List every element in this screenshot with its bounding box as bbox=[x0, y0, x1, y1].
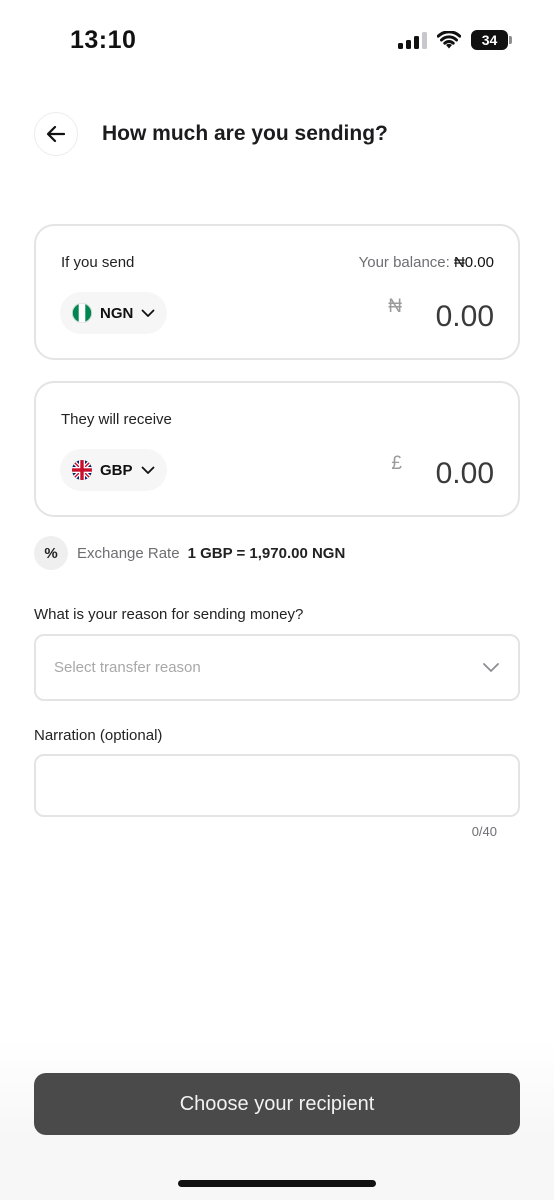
naira-symbol: ₦ bbox=[388, 296, 402, 317]
status-bar: 13:10 34 bbox=[0, 0, 554, 82]
battery-level: 34 bbox=[481, 32, 498, 48]
status-time: 13:10 bbox=[70, 26, 137, 54]
balance-label: Your balance: bbox=[358, 254, 450, 271]
send-currency-selector[interactable]: NGN bbox=[60, 292, 168, 334]
wifi-icon bbox=[437, 31, 461, 49]
choose-recipient-button[interactable]: Choose your recipient bbox=[34, 1073, 520, 1135]
narration-char-count: 0/40 bbox=[471, 824, 497, 839]
receive-label: They will receive bbox=[61, 411, 172, 428]
exchange-rate-row: % Exchange Rate 1 GBP = 1,970.00 NGN bbox=[34, 536, 345, 570]
balance: Your balance: ₦0.00 bbox=[359, 254, 494, 271]
pound-symbol: £ bbox=[391, 453, 402, 474]
send-label: If you send bbox=[61, 254, 135, 271]
send-currency-code: NGN bbox=[100, 304, 134, 322]
home-indicator bbox=[178, 1180, 376, 1187]
nigeria-flag-icon bbox=[72, 303, 92, 323]
transfer-reason-placeholder: Select transfer reason bbox=[54, 659, 201, 676]
back-button[interactable] bbox=[34, 112, 78, 156]
receive-amount: £ bbox=[391, 453, 494, 491]
transfer-reason-select[interactable]: Select transfer reason bbox=[34, 634, 520, 701]
chevron-down-icon bbox=[141, 466, 154, 474]
send-amount-card: If you send Your balance: ₦0.00 NGN ₦ bbox=[34, 224, 520, 360]
page-title: How much are you sending? bbox=[102, 122, 388, 145]
exchange-rate-label: Exchange Rate bbox=[77, 544, 180, 562]
narration-field-container bbox=[34, 754, 520, 817]
status-icons: 34 bbox=[398, 30, 512, 50]
receive-amount-card: They will receive GBP £ bbox=[34, 381, 520, 517]
receive-amount-input[interactable] bbox=[414, 457, 494, 491]
receive-currency-code: GBP bbox=[100, 461, 133, 479]
chevron-down-icon bbox=[483, 663, 499, 672]
reason-label: What is your reason for sending money? bbox=[34, 606, 304, 623]
percent-icon: % bbox=[34, 536, 68, 570]
narration-label: Narration (optional) bbox=[34, 727, 163, 744]
exchange-rate-value: 1 GBP = 1,970.00 NGN bbox=[187, 544, 346, 562]
balance-value: ₦0.00 bbox=[453, 254, 494, 271]
header: How much are you sending? bbox=[34, 112, 520, 156]
battery-icon: 34 bbox=[471, 30, 512, 50]
send-amount: ₦ bbox=[388, 296, 494, 334]
signal-icon bbox=[398, 31, 427, 49]
back-arrow-icon bbox=[46, 125, 66, 143]
narration-input[interactable] bbox=[36, 756, 518, 815]
uk-flag-icon bbox=[72, 460, 92, 480]
chevron-down-icon bbox=[141, 309, 155, 317]
receive-currency-selector[interactable]: GBP bbox=[60, 449, 167, 491]
send-amount-input[interactable] bbox=[414, 300, 494, 334]
